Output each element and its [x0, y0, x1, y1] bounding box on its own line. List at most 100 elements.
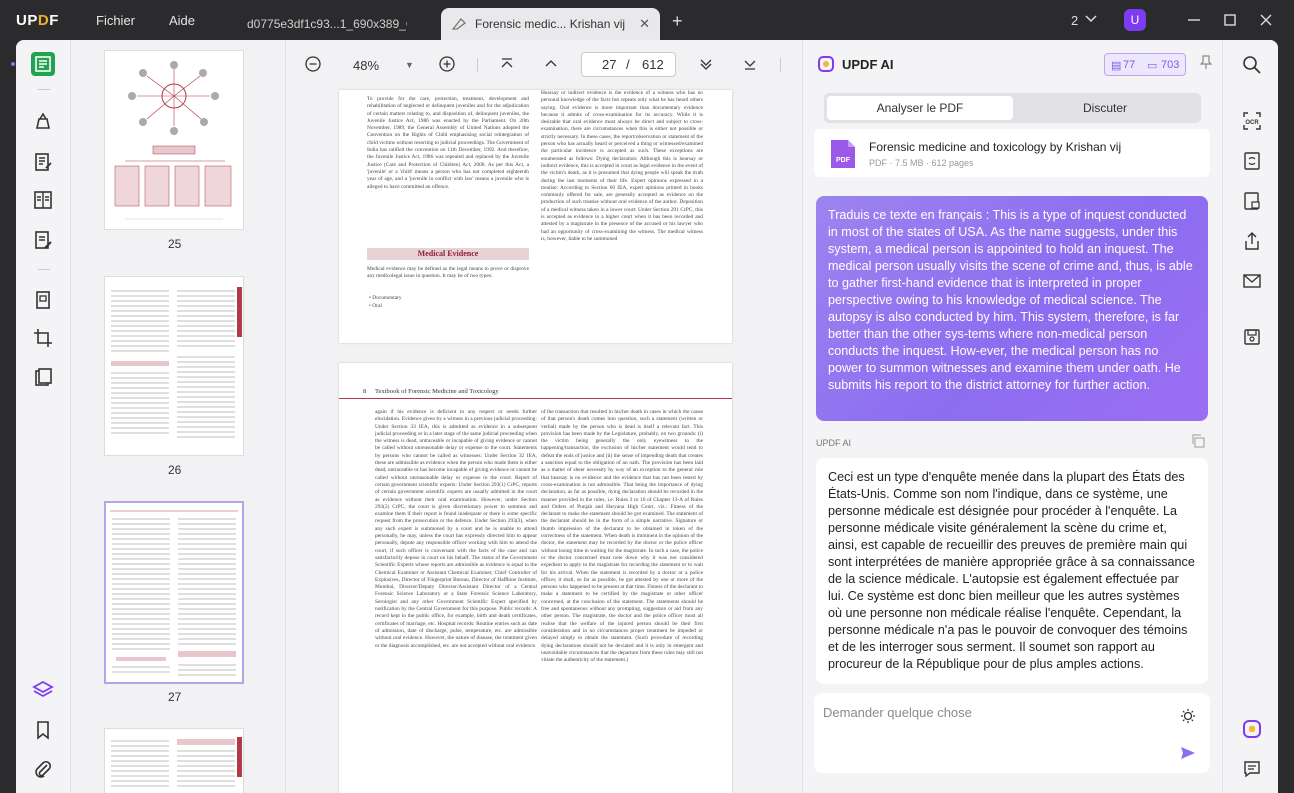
- edit-pdf-icon[interactable]: [31, 150, 55, 174]
- document-credits-icon: ▤: [1111, 60, 1122, 72]
- thumbnail-panel: 25 26 27: [72, 40, 286, 793]
- divider: [38, 89, 50, 90]
- pdf-section-text: Medical evidence may be defined as the l…: [367, 266, 529, 280]
- tab-label: Forensic medic... Krishan vij: [475, 17, 626, 31]
- minimize-icon[interactable]: [1186, 10, 1202, 35]
- save-icon[interactable]: [1242, 327, 1262, 347]
- close-window-icon[interactable]: [1258, 10, 1274, 35]
- pdf-left-column: To provide for the care, protection, tre…: [367, 96, 529, 190]
- header-rule: [339, 398, 732, 399]
- chat-credits: 703: [1161, 59, 1180, 71]
- avatar[interactable]: U: [1124, 9, 1146, 31]
- next-page-icon[interactable]: [698, 56, 714, 77]
- tab-discuter[interactable]: Discuter: [1012, 96, 1198, 120]
- organize-pages-icon[interactable]: [31, 288, 55, 312]
- main-frame: 25 26 27 48% ▼ 27 / 612 To provide for t…: [16, 40, 1278, 793]
- tab-forensic-medicine[interactable]: Forensic medic... Krishan vij ✕: [441, 8, 660, 40]
- thumbnail-page-number: 26: [168, 463, 182, 477]
- first-page-icon[interactable]: [499, 56, 515, 77]
- pdf-right-column: Hearsay or indirect evidence is the evid…: [541, 90, 703, 242]
- zoom-in-icon[interactable]: [439, 56, 455, 77]
- file-meta: PDF · 7.5 MB · 612 pages: [869, 158, 974, 168]
- send-icon[interactable]: [1180, 745, 1196, 766]
- ai-panel-title: UPDF AI: [842, 57, 894, 72]
- tab-ocr-document[interactable]: d0775e3df1c93...1_690x389_OCR: [236, 8, 434, 40]
- file-card[interactable]: PDF Forensic medicine and toxicology by …: [814, 129, 1210, 177]
- email-icon[interactable]: [1242, 271, 1262, 291]
- new-tab-icon[interactable]: +: [672, 11, 683, 32]
- page-tools-icon[interactable]: [31, 366, 55, 390]
- reader-mode-icon[interactable]: [31, 52, 55, 76]
- menu-fichier[interactable]: Fichier: [96, 13, 135, 28]
- updf-ai-icon[interactable]: [1242, 719, 1262, 739]
- left-toolbar: [16, 40, 71, 793]
- pdf-file-icon-label: PDF: [836, 157, 851, 164]
- divider: [38, 269, 50, 270]
- ai-input-box: [814, 693, 1210, 773]
- layers-icon[interactable]: [31, 678, 55, 702]
- chat-credits-icon: ▭: [1147, 60, 1158, 72]
- form-tool-icon[interactable]: [31, 188, 55, 212]
- thumbnail-page-number: 27: [168, 690, 182, 704]
- thumbnail-page-number: 25: [168, 237, 182, 251]
- previous-page-icon[interactable]: [543, 56, 559, 77]
- page-separator: /: [626, 57, 630, 72]
- document-tab-icon: [451, 17, 467, 34]
- zoom-level[interactable]: 48%: [353, 58, 379, 73]
- ai-panel: UPDF AI ▤ 77 ▭ 703 Analyser le PDF Discu…: [804, 40, 1222, 793]
- attachment-icon[interactable]: [31, 758, 55, 782]
- svg-text:OCR: OCR: [1245, 120, 1259, 126]
- menu-aide[interactable]: Aide: [169, 13, 195, 28]
- pdf-bullet-item: • Documentary: [369, 295, 402, 301]
- credits-badge[interactable]: ▤ 77 ▭ 703: [1104, 53, 1186, 76]
- pdf-page: To provide for the care, protection, tre…: [339, 90, 732, 343]
- user-message: Traduis ce texte en français : This is a…: [816, 196, 1208, 421]
- maximize-icon[interactable]: [1222, 10, 1238, 35]
- lightbulb-icon[interactable]: [1180, 708, 1196, 729]
- ocr-icon[interactable]: OCR: [1242, 111, 1262, 131]
- protect-pdf-icon[interactable]: [1242, 191, 1262, 211]
- pdf-running-head: Textbook of Forensic Medicine and Toxico…: [375, 388, 499, 395]
- pdf-left-column: again if his evidence is deficient in an…: [375, 409, 537, 649]
- zoom-dropdown-icon[interactable]: ▼: [405, 60, 414, 70]
- page-number-field[interactable]: 27 / 612: [581, 52, 676, 77]
- comment-tool-icon[interactable]: [31, 110, 55, 134]
- convert-pdf-icon[interactable]: [1242, 151, 1262, 171]
- bookmark-icon[interactable]: [31, 718, 55, 742]
- pin-icon[interactable]: [1199, 54, 1213, 75]
- crop-icon[interactable]: [31, 326, 55, 350]
- divider: [477, 58, 478, 72]
- pdf-bullet-item: • Oral: [369, 303, 382, 309]
- comments-icon[interactable]: [1242, 759, 1262, 779]
- pdf-bullet-text: Oral: [372, 303, 382, 309]
- file-name: Forensic medicine and toxicology by Kris…: [869, 140, 1122, 154]
- tab-label: d0775e3df1c93...1_690x389_OCR: [247, 17, 407, 31]
- last-page-icon[interactable]: [742, 56, 758, 77]
- ai-prompt-input[interactable]: [823, 705, 1163, 720]
- window-count[interactable]: 2: [1071, 13, 1078, 28]
- thumbnail-page[interactable]: [104, 276, 244, 456]
- current-page[interactable]: 27: [602, 57, 616, 72]
- copy-icon[interactable]: [1191, 434, 1205, 453]
- viewer-toolbar: 48% ▼ 27 / 612: [287, 40, 803, 90]
- ai-mode-tabs: Analyser le PDF Discuter: [824, 93, 1201, 123]
- pdf-section-heading: Medical Evidence: [367, 248, 529, 260]
- pdf-right-column: of the transaction that resulted in his/…: [541, 409, 703, 664]
- close-tab-icon[interactable]: ✕: [639, 16, 650, 32]
- pdf-page: 8 Textbook of Forensic Medicine and Toxi…: [339, 363, 732, 793]
- document-credits: 77: [1123, 59, 1136, 71]
- thumbnail-page-current[interactable]: [104, 501, 244, 684]
- ai-response: Ceci est un type d'enquête menée dans la…: [816, 458, 1208, 684]
- pdf-file-icon: PDF: [831, 140, 855, 168]
- chevron-down-icon[interactable]: [1084, 12, 1098, 31]
- zoom-out-icon[interactable]: [305, 56, 321, 77]
- search-icon[interactable]: [1242, 55, 1262, 75]
- status-dot: [11, 62, 15, 66]
- share-icon[interactable]: [1242, 231, 1262, 251]
- tab-analyser-pdf[interactable]: Analyser le PDF: [827, 96, 1013, 120]
- document-viewer: 48% ▼ 27 / 612 To provide for the care, …: [287, 40, 803, 793]
- fill-sign-icon[interactable]: [31, 228, 55, 252]
- total-pages: 612: [642, 57, 664, 72]
- thumbnail-page[interactable]: [104, 50, 244, 230]
- thumbnail-page[interactable]: [104, 728, 244, 793]
